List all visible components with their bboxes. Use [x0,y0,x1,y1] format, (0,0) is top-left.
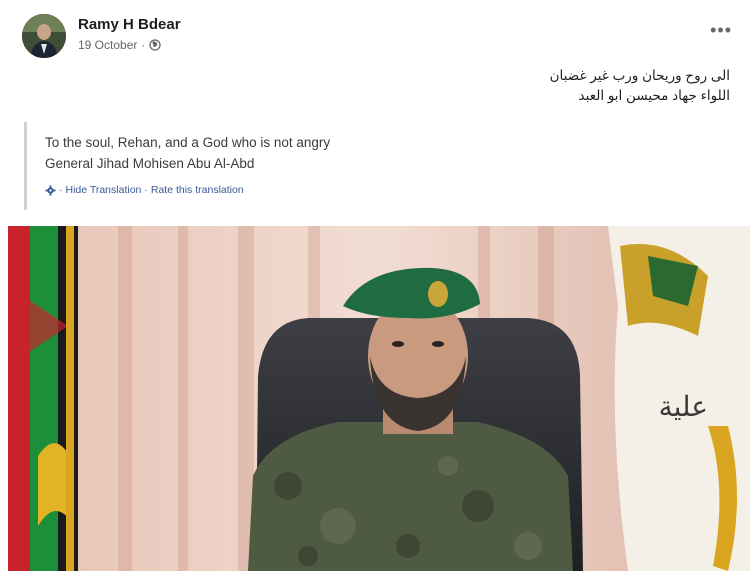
original-line-2: اللواء جهاد محيسن ابو العبد [578,88,730,103]
post-photo[interactable]: علية [8,226,750,571]
meta-separator: · [141,38,146,52]
left-flag [8,226,78,571]
post-header: Ramy H Bdear 19 October · ••• [22,12,732,62]
beret-badge [428,281,448,307]
translation-box: To the soul, Rehan, and a God who is not… [24,122,664,210]
globe-icon [149,39,162,51]
rate-translation-link[interactable]: Rate this translation [151,184,244,196]
translated-line-2: General Jihad Mohisen Abu Al-Abd [45,156,255,171]
photo-scene: علية [8,226,750,571]
gear-icon[interactable] [45,184,56,196]
avatar[interactable] [22,14,66,58]
original-line-1: الى روح وريحان ورب غير غضبان [549,68,730,83]
action-separator: · [59,184,63,196]
post-original-text: الى روح وريحان ورب غير غضبان اللواء جهاد… [310,66,730,106]
more-options-button[interactable]: ••• [710,20,732,41]
hide-translation-link[interactable]: Hide Translation [66,184,142,196]
post-meta: 19 October · [78,38,162,52]
author-name[interactable]: Ramy H Bdear [78,16,181,33]
translated-line-1: To the soul, Rehan, and a God who is not… [45,135,331,150]
banner-text: علية [659,390,708,423]
action-separator: · [144,184,148,196]
post-date[interactable]: 19 October [78,38,137,52]
avatar-image [22,14,66,58]
translation-actions: · Hide Translation · Rate this translati… [45,184,664,196]
